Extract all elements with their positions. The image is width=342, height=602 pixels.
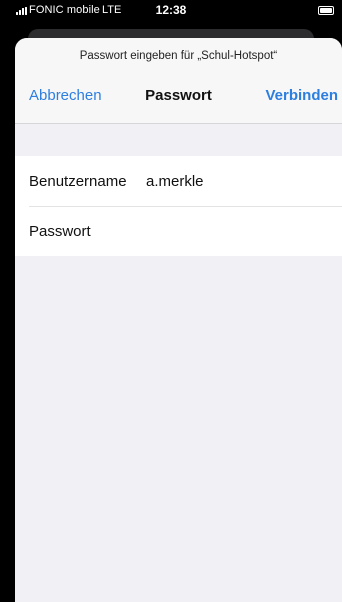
battery-icon	[318, 6, 334, 15]
password-sheet: Passwort eingeben für „Schul-Hotspot“ Ab…	[15, 38, 342, 602]
password-label: Passwort	[29, 222, 91, 240]
screen: FONIC mobile LTE 12:38 Passwort eingeben…	[0, 0, 342, 602]
username-label: Benutzername	[29, 172, 127, 190]
connect-button[interactable]: Verbinden	[265, 87, 338, 104]
password-row[interactable]: Passwort	[15, 206, 342, 256]
username-row[interactable]: Benutzername a.merkle	[15, 156, 342, 206]
credentials-form: Benutzername a.merkle Passwort	[15, 156, 342, 256]
password-prompt: Passwort eingeben für „Schul-Hotspot“	[79, 50, 278, 62]
status-time: 12:38	[155, 3, 187, 17]
status-bar: FONIC mobile LTE 12:38	[0, 0, 342, 22]
username-field[interactable]: a.merkle	[146, 173, 204, 190]
navigation-bar: Passwort eingeben für „Schul-Hotspot“ Ab…	[15, 38, 342, 124]
password-field[interactable]	[146, 218, 326, 244]
